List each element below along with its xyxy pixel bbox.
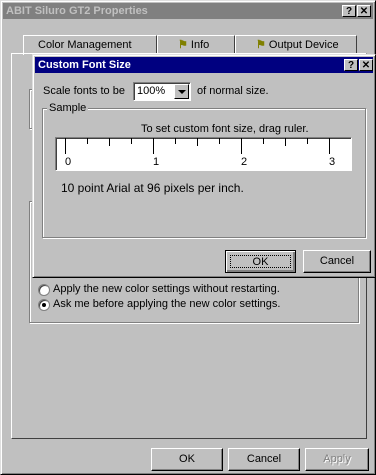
ruler-label: 2 <box>241 156 248 168</box>
dialog-ok-button[interactable]: OK <box>225 250 296 273</box>
chevron-down-icon <box>178 90 186 94</box>
tab-label: Color Management <box>38 39 132 51</box>
tab-label: Output Device <box>268 39 339 51</box>
sample-group-label: Sample <box>47 102 89 114</box>
apply-button[interactable]: Apply <box>305 448 369 471</box>
dialog-help-button[interactable]: ? <box>344 59 358 71</box>
scale-prefix-label: Scale fonts to be <box>43 85 125 97</box>
radio-label-apply: Apply the new color settings without res… <box>53 283 280 295</box>
dialog-titlebar[interactable]: Custom Font Size ? ✕ <box>35 57 373 73</box>
dialog-cancel-button[interactable]: Cancel <box>303 250 371 273</box>
ok-button[interactable]: OK <box>151 448 223 471</box>
radio-ask-before-applying[interactable] <box>38 299 50 311</box>
properties-title: ABIT Siluro GT2 Properties <box>6 5 148 17</box>
dialog-ok-label: OK <box>230 255 291 268</box>
ruler[interactable]: 0 1 2 3 <box>55 137 352 171</box>
ruler-label: 1 <box>153 156 160 168</box>
tab-output-device[interactable]: ⚑ Output Device <box>235 35 357 55</box>
output-tab-icon: ⚑ <box>256 39 269 51</box>
scale-select[interactable]: 100% <box>133 82 191 101</box>
tab-color-management[interactable]: Color Management <box>23 35 157 55</box>
help-button[interactable]: ? <box>342 5 356 17</box>
dropdown-arrow-button[interactable] <box>174 84 189 99</box>
radio-label-ask: Ask me before applying the new color set… <box>53 298 281 310</box>
properties-titlebar[interactable]: ABIT Siluro GT2 Properties ? ✕ <box>3 3 373 19</box>
sample-text: 10 point Arial at 96 pixels per inch. <box>61 181 244 195</box>
ruler-label: 0 <box>65 156 72 168</box>
close-icon[interactable]: ✕ <box>357 5 371 17</box>
dialog-close-icon[interactable]: ✕ <box>359 59 373 71</box>
custom-font-size-dialog: Custom Font Size ? ✕ Scale fonts to be 1… <box>32 54 376 278</box>
ruler-ticks <box>65 138 330 154</box>
tab-info[interactable]: ⚑ Info <box>157 35 235 55</box>
cancel-button[interactable]: Cancel <box>228 448 300 471</box>
ruler-instruction: To set custom font size, drag ruler. <box>141 123 309 135</box>
scale-suffix-label: of normal size. <box>197 85 269 97</box>
radio-selected-dot <box>42 303 46 307</box>
dialog-title: Custom Font Size <box>38 59 131 71</box>
scale-select-value: 100% <box>137 85 166 97</box>
info-tab-icon: ⚑ <box>178 39 191 51</box>
tab-label: Info <box>190 39 210 51</box>
radio-apply-without-restart[interactable] <box>38 284 50 296</box>
ruler-label: 3 <box>329 156 336 168</box>
